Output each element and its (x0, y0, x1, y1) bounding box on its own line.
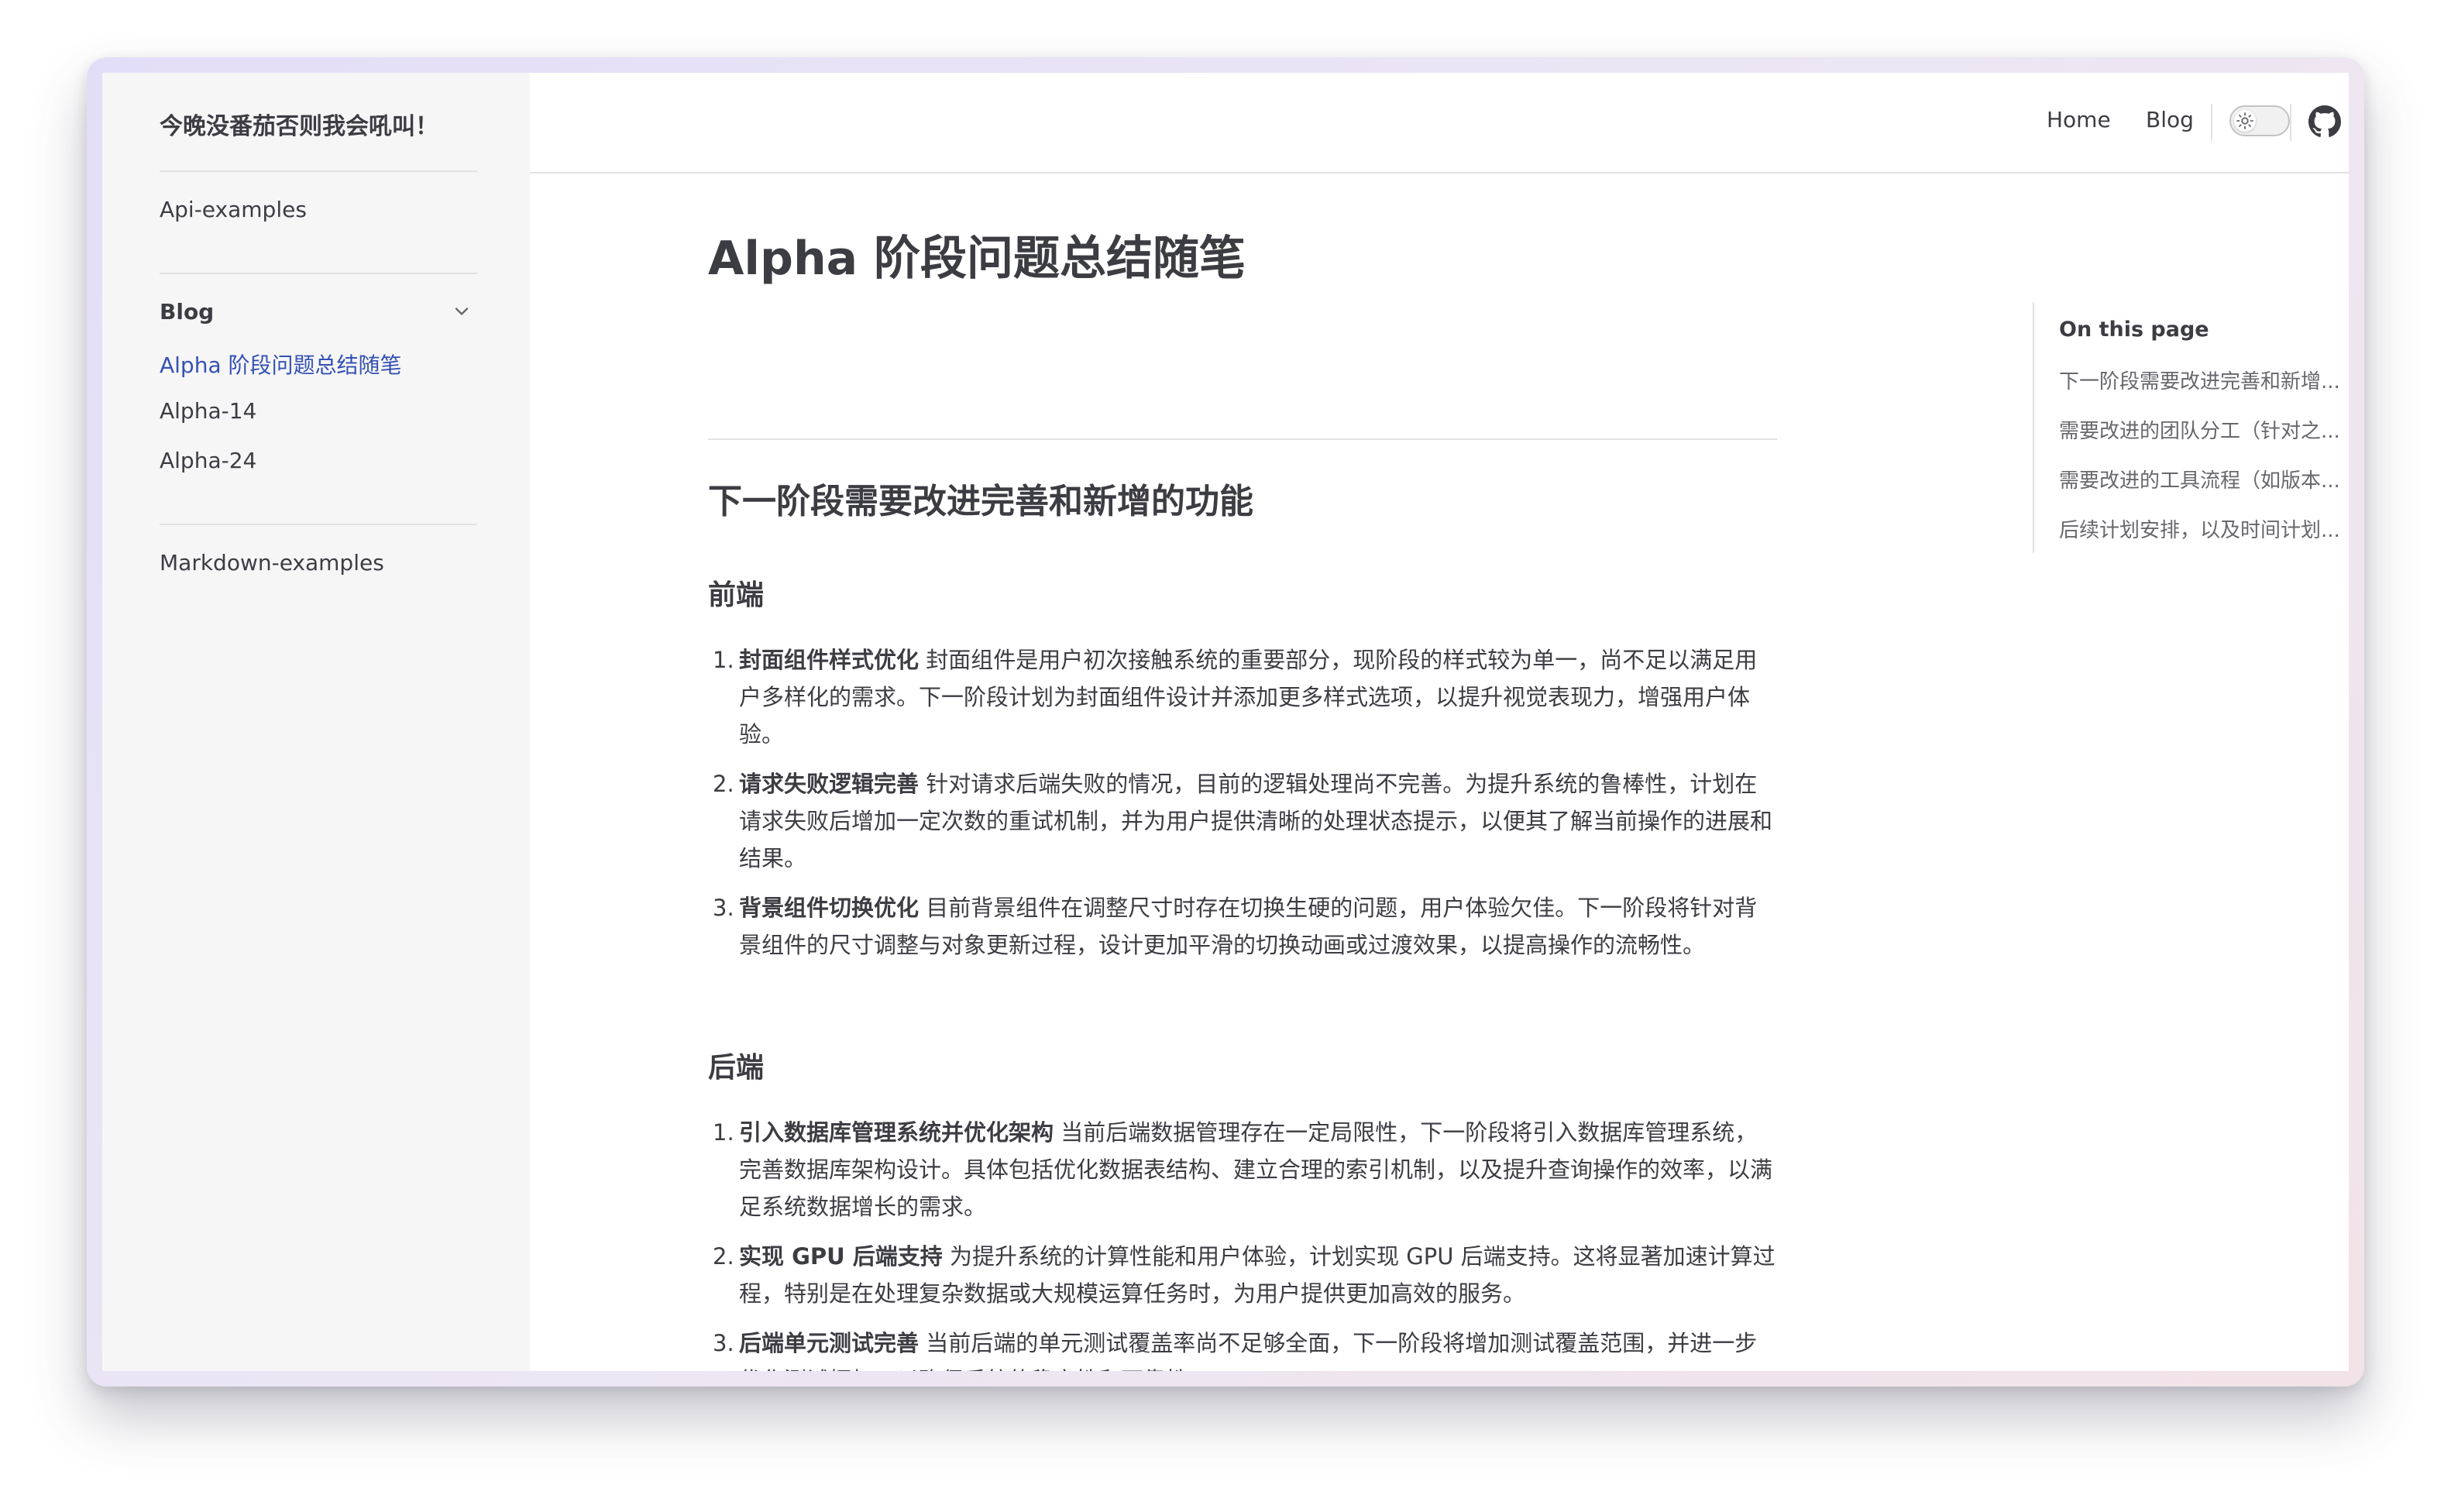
outline-title: On this page (2059, 318, 2209, 342)
sidebar-item-alpha-24[interactable]: Alpha-24 (160, 448, 256, 473)
list-number: 2. (713, 771, 734, 797)
sidebar-item-alpha-summary[interactable]: Alpha 阶段问题总结随笔 (160, 349, 402, 380)
frontend-list: 1. 封面组件样式优化 封面组件是用户初次接触系统的重要部分，现阶段的样式较为单… (708, 641, 1777, 976)
list-number: 3. (713, 1330, 734, 1356)
sidebar-item-api-examples[interactable]: Api-examples (160, 197, 307, 222)
list-item-title: 引入数据库管理系统并优化架构 (739, 1119, 1054, 1146)
list-item: 1. 引入数据库管理系统并优化架构 当前后端数据管理存在一定局限性，下一阶段将引… (713, 1114, 1777, 1225)
list-item: 3. 后端单元测试完善 当前后端的单元测试覆盖率尚不足够全面，下一阶段将增加测试… (713, 1325, 1777, 1371)
list-item-title: 后端单元测试完善 (739, 1330, 920, 1356)
theme-toggle[interactable] (2229, 105, 2290, 136)
screenshot-stage: 今晚没番茄否则我会吼叫！ Api-examples Blog Alpha 阶段问… (0, 0, 2451, 1512)
sidebar-item-markdown-examples[interactable]: Markdown-examples (160, 550, 384, 576)
outline-item[interactable]: 下一阶段需要改进完善和新增... (2059, 366, 2349, 394)
list-item-title: 实现 GPU 后端支持 (739, 1243, 943, 1270)
sidebar-divider (160, 170, 477, 172)
sidebar-item-alpha-14[interactable]: Alpha-14 (160, 398, 256, 424)
section-heading: 下一阶段需要改进完善和新增的功能 (708, 482, 1253, 521)
list-item: 2. 请求失败逻辑完善 针对请求后端失败的情况，目前的逻辑处理尚不完善。为提升系… (713, 765, 1777, 877)
list-number: 1. (713, 1119, 734, 1146)
toggle-knob (2234, 110, 2256, 132)
top-nav: Home Blog (530, 73, 2349, 174)
page-title: Alpha 阶段问题总结随笔 (708, 232, 1246, 286)
list-item-title: 封面组件样式优化 (739, 647, 920, 673)
sidebar-divider (160, 524, 477, 525)
list-number: 3. (713, 895, 734, 921)
list-number: 1. (713, 647, 734, 673)
nav-divider (2211, 104, 2212, 141)
heading-divider (708, 438, 1777, 440)
sidebar-divider (160, 273, 477, 274)
nav-link-home[interactable]: Home (2047, 107, 2111, 132)
page-viewport: 今晚没番茄否则我会吼叫！ Api-examples Blog Alpha 阶段问… (102, 73, 2349, 1371)
list-item: 3. 背景组件切换优化 目前背景组件在调整尺寸时存在切换生硬的问题，用户体验欠佳… (713, 889, 1777, 964)
outline-item[interactable]: 后续计划安排，以及时间计划... (2059, 514, 2349, 543)
chevron-down-icon[interactable] (451, 301, 473, 322)
nav-divider (2290, 104, 2291, 141)
page-outline: On this page 下一阶段需要改进完善和新增... 需要改进的团队分工（… (2033, 302, 2344, 553)
list-item-title: 背景组件切换优化 (739, 895, 920, 921)
backend-heading: 后端 (708, 1052, 765, 1084)
outline-item[interactable]: 需要改进的工具流程（如版本... (2059, 465, 2349, 493)
outline-item[interactable]: 需要改进的团队分工（针对之... (2059, 415, 2349, 444)
nav-link-blog[interactable]: Blog (2146, 107, 2194, 132)
frontend-heading: 前端 (708, 579, 765, 611)
list-number: 2. (713, 1243, 734, 1270)
sun-icon (2236, 112, 2253, 129)
sidebar: 今晚没番茄否则我会吼叫！ Api-examples Blog Alpha 阶段问… (102, 73, 530, 1371)
site-title[interactable]: 今晚没番茄否则我会吼叫！ (160, 107, 438, 141)
list-item-title: 请求失败逻辑完善 (739, 771, 920, 797)
list-item: 1. 封面组件样式优化 封面组件是用户初次接触系统的重要部分，现阶段的样式较为单… (713, 641, 1777, 753)
list-item: 2. 实现 GPU 后端支持 为提升系统的计算性能和用户体验，计划实现 GPU … (713, 1238, 1777, 1312)
browser-window: 今晚没番茄否则我会吼叫！ Api-examples Blog Alpha 阶段问… (87, 57, 2364, 1387)
backend-list: 1. 引入数据库管理系统并优化架构 当前后端数据管理存在一定局限性，下一阶段将引… (708, 1114, 1777, 1371)
sidebar-group-blog[interactable]: Blog (160, 299, 214, 325)
github-icon[interactable] (2308, 105, 2341, 138)
